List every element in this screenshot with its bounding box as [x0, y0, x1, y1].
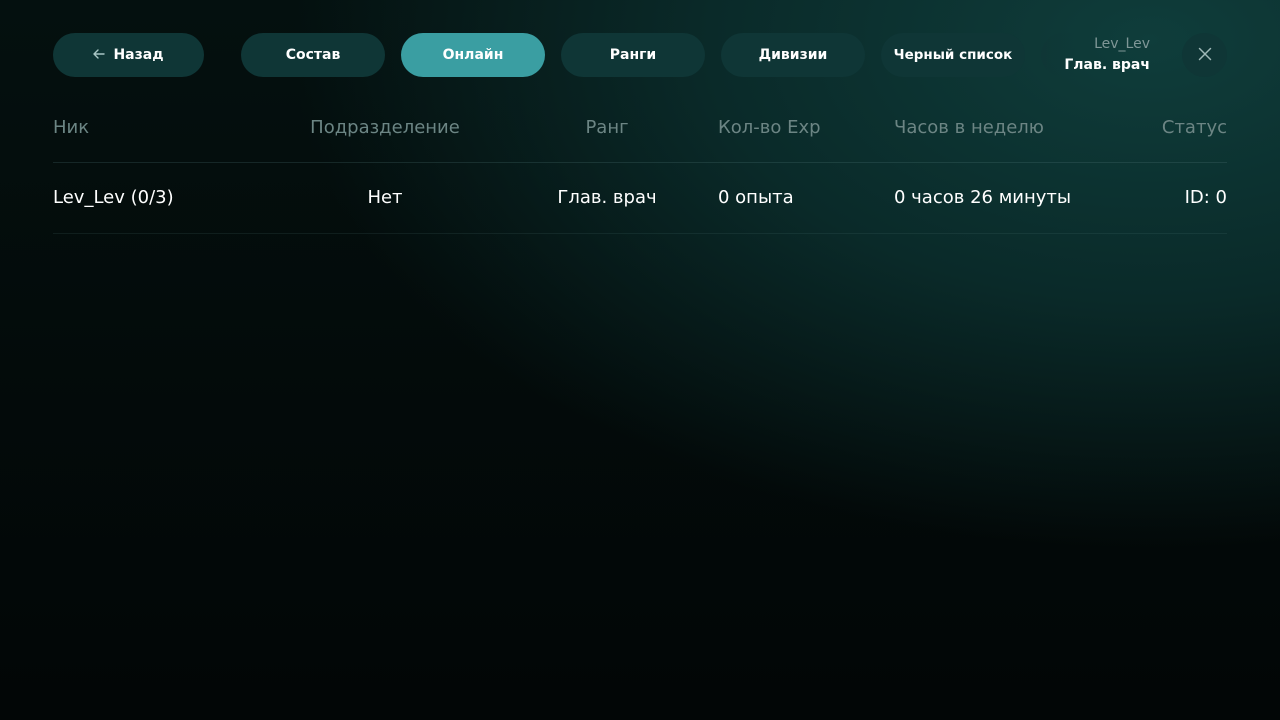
column-header-nick: Ник: [53, 117, 90, 138]
cell-division: Нет: [367, 187, 403, 208]
top-navigation-bar: Назад Состав Онлайн Ранги Дивизии Черный…: [53, 33, 1227, 77]
table-header: Ник Подразделение Ранг Кол-во Exp Часов …: [53, 108, 1227, 163]
back-button[interactable]: Назад: [53, 33, 204, 77]
close-button[interactable]: [1182, 33, 1227, 77]
arrow-left-icon: [93, 47, 106, 63]
column-header-hours: Часов в неделю: [894, 117, 1044, 138]
column-header-status: Статус: [1161, 117, 1227, 138]
cell-rank: Глав. врач: [557, 187, 657, 208]
table-row[interactable]: Lev_Lev (0/3) Нет Глав. врач 0 опыта 0 ч…: [53, 163, 1227, 234]
cell-hours: 0 часов 26 минуты: [894, 187, 1072, 208]
tab-label: Онлайн: [442, 47, 504, 63]
cell-nick: Lev_Lev (0/3): [53, 187, 174, 208]
tab-label: Черный список: [893, 47, 1013, 63]
tab-label: Ранги: [609, 47, 657, 63]
members-table: Ник Подразделение Ранг Кол-во Exp Часов …: [53, 108, 1227, 234]
tab-sostav[interactable]: Состав: [241, 33, 385, 77]
tab-online[interactable]: Онлайн: [401, 33, 545, 77]
column-header-rank: Ранг: [585, 117, 629, 138]
tab-ranks[interactable]: Ранги: [561, 33, 705, 77]
column-header-division: Подразделение: [310, 117, 460, 138]
user-info: Lev_Lev Глав. врач: [1041, 33, 1161, 77]
cell-exp: 0 опыта: [718, 187, 794, 208]
tab-blacklist[interactable]: Черный список: [881, 33, 1025, 77]
tab-label: Дивизии: [758, 47, 828, 63]
tab-label: Состав: [285, 47, 341, 63]
tab-divisions[interactable]: Дивизии: [721, 33, 865, 77]
close-icon: [1198, 46, 1212, 65]
back-button-label: Назад: [113, 47, 164, 63]
column-header-exp: Кол-во Exp: [718, 117, 821, 138]
user-name: Lev_Lev: [1094, 36, 1150, 52]
user-rank: Глав. врач: [1064, 57, 1150, 73]
cell-status: ID: 0: [1184, 187, 1227, 208]
